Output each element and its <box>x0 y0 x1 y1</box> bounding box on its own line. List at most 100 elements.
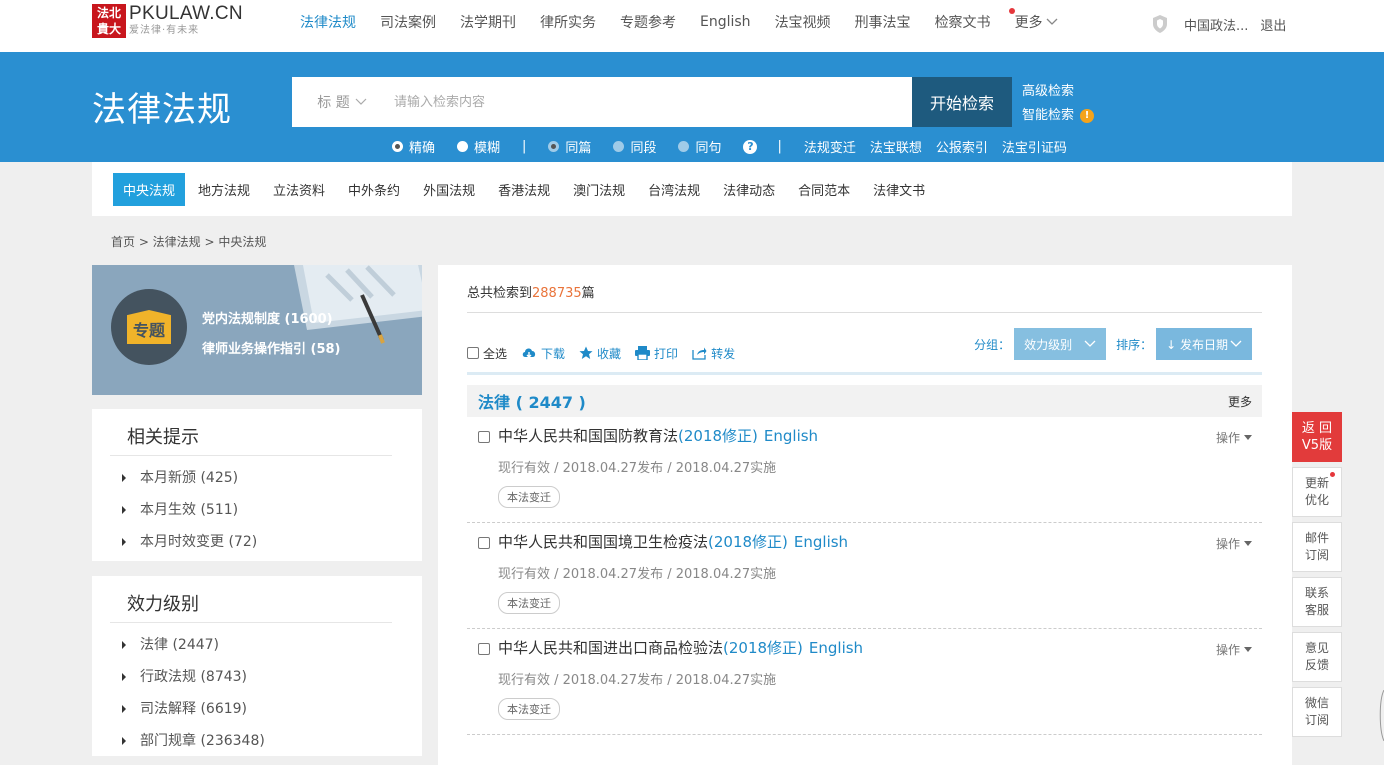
download-button[interactable]: 下载 <box>521 345 565 362</box>
tab-taiwan-laws[interactable]: 台湾法规 <box>638 173 710 206</box>
option-same-article[interactable]: 同篇 <box>548 137 591 156</box>
notification-dot <box>1008 8 1015 14</box>
option-exact[interactable]: 精确 <box>392 137 435 156</box>
group-by-value: 效力级别 <box>1024 337 1073 352</box>
nav-item-english[interactable]: English <box>700 14 751 30</box>
link-citation-code[interactable]: 法宝引证码 <box>1002 137 1067 156</box>
related-item[interactable]: 本月生效 (511) <box>122 494 422 526</box>
search-button[interactable]: 开始检索 <box>912 77 1012 127</box>
result-actions[interactable]: 操作 <box>1216 429 1252 446</box>
tab-central-laws[interactable]: 中央法规 <box>113 172 186 206</box>
feedback-button[interactable]: 意见 反馈 <box>1292 632 1342 682</box>
result-title[interactable]: 中华人民共和国国境卫生检疫法(2018修正) English <box>498 531 848 552</box>
tab-legislative-materials[interactable]: 立法资料 <box>263 173 335 206</box>
nav-item-practice[interactable]: 律所实务 <box>540 12 596 32</box>
link-law-association[interactable]: 法宝联想 <box>870 137 922 156</box>
update-label: 更新 优化 <box>1304 476 1329 507</box>
result-english-link[interactable]: English <box>794 533 848 551</box>
search-banner: 法律法规 标 题 开始检索 高级检索 智能检索! 精确 模糊 | 同篇 同段 同… <box>0 52 1384 162</box>
search-type-select[interactable]: 标 题 <box>292 92 392 112</box>
result-english-link[interactable]: English <box>809 639 863 657</box>
related-panel-title: 相关提示 <box>110 409 392 456</box>
result-checkbox[interactable] <box>478 643 490 655</box>
nav-item-criminal[interactable]: 刑事法宝 <box>855 12 911 32</box>
result-tag[interactable]: 本法变迁 <box>498 698 560 720</box>
return-v5-button[interactable]: 返 回 V5版 <box>1292 412 1342 462</box>
tab-foreign-laws[interactable]: 外国法规 <box>413 173 485 206</box>
level-item[interactable]: 法律 (2447) <box>122 629 422 661</box>
tab-legal-documents[interactable]: 法律文书 <box>863 173 935 206</box>
share-button[interactable]: 转发 <box>692 345 735 362</box>
sort-dropdown[interactable]: ↓ 发布日期 <box>1156 328 1252 360</box>
result-english-link[interactable]: English <box>764 427 818 445</box>
link-law-changes[interactable]: 法规变迁 <box>804 137 856 156</box>
result-checkbox[interactable] <box>478 537 490 549</box>
result-item: 中华人民共和国国境卫生检疫法(2018修正) English 现行有效 / 201… <box>467 523 1262 629</box>
select-all-checkbox[interactable] <box>467 347 479 359</box>
star-icon <box>579 346 593 359</box>
advanced-search-link[interactable]: 高级检索 <box>1022 80 1094 104</box>
help-icon[interactable]: ? <box>743 139 758 154</box>
favorite-button[interactable]: 收藏 <box>579 345 621 362</box>
nav-item-video[interactable]: 法宝视频 <box>775 12 831 32</box>
nav-item-journals[interactable]: 法学期刊 <box>460 12 516 32</box>
link-gazette-index[interactable]: 公报索引 <box>936 137 988 156</box>
site-logo[interactable]: 法北 貴大 PKULAW.CN 爱法律·有未来 <box>92 4 243 38</box>
nav-item-procuratorate[interactable]: 检察文书 <box>935 12 991 32</box>
group-title[interactable]: 法律 ( 2447 ) <box>478 389 586 413</box>
top-bar: 法北 貴大 PKULAW.CN 爱法律·有未来 法律法规 司法案例 法学期刊 律… <box>0 0 1384 52</box>
tab-treaties[interactable]: 中外条约 <box>338 173 410 206</box>
nav-item-laws[interactable]: 法律法规 <box>300 12 356 32</box>
option-same-sentence[interactable]: 同句 <box>678 137 721 156</box>
nav-item-cases[interactable]: 司法案例 <box>380 12 436 32</box>
search-input[interactable] <box>392 84 912 120</box>
sort-controls: 分组： 效力级别 排序： ↓ 发布日期 <box>974 328 1252 360</box>
tab-macau-laws[interactable]: 澳门法规 <box>563 173 635 206</box>
result-tag[interactable]: 本法变迁 <box>498 486 560 508</box>
user-name[interactable]: 中国政法... <box>1184 15 1248 34</box>
result-checkbox[interactable] <box>478 431 490 443</box>
tab-law-news[interactable]: 法律动态 <box>713 173 785 206</box>
level-item[interactable]: 部门规章 (236348) <box>122 725 422 757</box>
topic-links: 党内法规制度 (1600) 律师业务操作指引 (58) <box>202 305 341 365</box>
related-panel: 相关提示 本月新颁 (425) 本月生效 (511) 本月时效变更 (72) <box>92 409 422 561</box>
level-item[interactable]: 行政法规 (8743) <box>122 661 422 693</box>
nav-item-topics[interactable]: 专题参考 <box>620 12 676 32</box>
level-item[interactable]: 司法解释 (6619) <box>122 693 422 725</box>
group-more-link[interactable]: 更多 <box>1228 393 1252 410</box>
result-actions[interactable]: 操作 <box>1216 535 1252 552</box>
warning-icon[interactable]: ! <box>1080 108 1095 123</box>
favorite-label: 收藏 <box>597 346 622 361</box>
result-title[interactable]: 中华人民共和国国防教育法(2018修正) English <box>498 425 818 446</box>
chevron-down-icon <box>1084 340 1096 347</box>
smart-search-link[interactable]: 智能检索 <box>1022 108 1074 123</box>
tab-local-laws[interactable]: 地方法规 <box>188 173 260 206</box>
update-button[interactable]: 更新 优化 <box>1292 467 1342 517</box>
group-by-dropdown[interactable]: 效力级别 <box>1014 328 1107 360</box>
radio-same-sentence <box>678 141 690 152</box>
result-title[interactable]: 中华人民共和国进出口商品检验法(2018修正) English <box>498 637 863 658</box>
select-all[interactable]: 全选 <box>467 345 507 362</box>
result-revision: (2018修正) <box>723 639 803 657</box>
scrollbar-handle[interactable] <box>1378 690 1384 741</box>
result-tag[interactable]: 本法变迁 <box>498 592 560 614</box>
topic-link-lawyer-guides[interactable]: 律师业务操作指引 (58) <box>202 335 341 365</box>
option-same-paragraph[interactable]: 同段 <box>613 137 656 156</box>
email-subscribe-button[interactable]: 邮件 订阅 <box>1292 522 1342 572</box>
tab-hongkong-laws[interactable]: 香港法规 <box>488 173 560 206</box>
related-item[interactable]: 本月时效变更 (72) <box>122 526 422 558</box>
result-actions[interactable]: 操作 <box>1216 641 1252 658</box>
top-nav: 法律法规 司法案例 法学期刊 律所实务 专题参考 English 法宝视频 刑事… <box>300 0 1082 44</box>
group-label: 分组： <box>974 337 1011 352</box>
wechat-subscribe-button[interactable]: 微信 订阅 <box>1292 687 1342 737</box>
tab-contract-templates[interactable]: 合同范本 <box>788 173 860 206</box>
chevron-down-icon <box>355 98 367 105</box>
print-button[interactable]: 打印 <box>635 345 678 362</box>
logout-link[interactable]: 退出 <box>1260 15 1286 34</box>
shield-icon <box>1153 15 1167 33</box>
topic-link-party-rules[interactable]: 党内法规制度 (1600) <box>202 305 341 335</box>
option-fuzzy[interactable]: 模糊 <box>457 137 500 156</box>
related-item[interactable]: 本月新颁 (425) <box>122 462 422 494</box>
contact-support-button[interactable]: 联系 客服 <box>1292 577 1342 627</box>
nav-item-more[interactable]: 更多 <box>1008 8 1058 32</box>
